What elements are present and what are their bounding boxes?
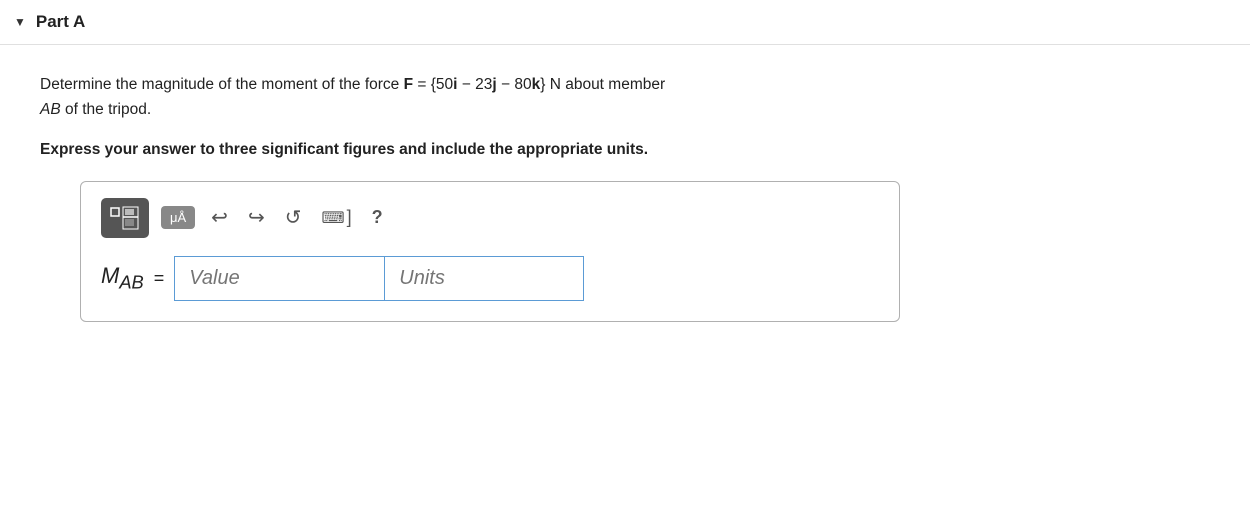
redo-icon: ↪ [248,205,265,230]
minus2: − 80 [497,76,532,93]
undo-button[interactable]: ↩ [207,203,232,232]
help-button[interactable]: ? [368,205,387,230]
minus1: − 23 [457,76,492,93]
value-input[interactable] [174,256,384,301]
answer-box: μÅ ↩ ↪ ↺ ⌨ ] [80,181,900,322]
content-area: Determine the magnitude of the moment of… [0,45,1250,346]
symbol-button[interactable]: μÅ [161,206,195,229]
undo-icon: ↩ [211,205,228,230]
page-container: ▼ Part A Determine the magnitude of the … [0,0,1250,526]
bold-instruction: Express your answer to three significant… [40,141,1210,159]
of-tripod: of the tripod. [61,101,151,118]
symbol-label: μÅ [170,211,186,224]
bracket-symbol: ] [347,207,352,228]
problem-statement: Determine the magnitude of the moment of… [40,73,990,123]
text-after: } N about member [540,76,665,93]
refresh-icon: ↺ [285,205,302,230]
problem-equals: = {50 [413,76,453,93]
collapse-arrow[interactable]: ▼ [14,15,26,29]
input-row: MAB = [101,256,879,301]
part-header: ▼ Part A [0,0,1250,45]
member-label: AB [40,101,61,118]
redo-button[interactable]: ↪ [244,203,269,232]
problem-text-before: Determine the magnitude of the moment of… [40,76,404,93]
toolbar: μÅ ↩ ↪ ↺ ⌨ ] [101,198,879,238]
part-title: Part A [36,12,85,32]
mab-label: MAB [101,263,144,293]
units-input[interactable] [384,256,584,301]
help-icon: ? [372,207,383,228]
k-vector: k [532,76,541,93]
fraction-icon [109,204,141,232]
equals-label: = [154,268,165,289]
keyboard-button[interactable]: ⌨ ] [317,205,355,230]
reset-button[interactable]: ↺ [281,203,306,232]
fraction-button[interactable] [101,198,149,238]
force-label: F [404,76,413,93]
keyboard-icon: ⌨ [321,208,344,228]
